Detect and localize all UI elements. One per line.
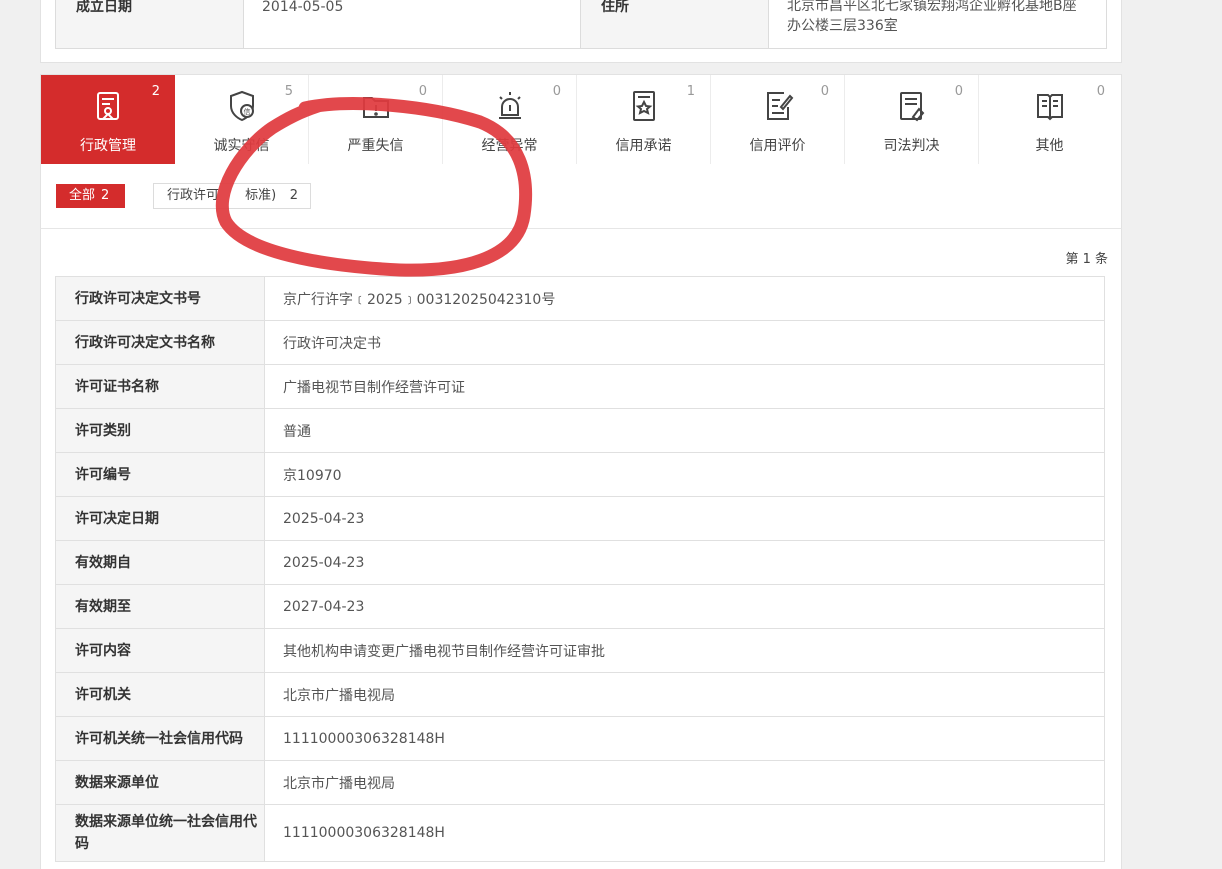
tab-label: 信用承诺 xyxy=(615,138,672,154)
address-line-1: 北京市昌平区北七家镇宏翔鸿企业孵化基地B座 xyxy=(787,0,1077,14)
detail-row: 有效期至 2027-04-23 xyxy=(55,584,1105,629)
detail-value: 2025-04-23 xyxy=(264,540,1105,585)
detail-value: 京10970 xyxy=(264,452,1105,497)
license-detail-table: 行政许可决定文书号 京广行许字﹝2025﹞00312025042310号 行政许可决… xyxy=(55,276,1105,862)
shield-credit-icon: 信 xyxy=(229,90,254,122)
credit-category-tabs: 2 行政管理 5 信 诚实守信 0 严重失信 0 经营异常 1 信用承诺 0 信… xyxy=(40,74,1122,166)
detail-row: 许可编号 京10970 xyxy=(55,452,1105,497)
filter-admin-license-chip[interactable]: 行政许可 标准) 2 xyxy=(153,183,311,209)
tab-credit-evaluation[interactable]: 0 信用评价 xyxy=(711,75,845,164)
tab-count: 2 xyxy=(151,84,160,99)
detail-value: 北京市广播电视局 xyxy=(264,672,1105,717)
alarm-light-icon xyxy=(498,92,521,119)
detail-value: 2027-04-23 xyxy=(264,584,1105,629)
admin-doc-icon xyxy=(97,92,119,120)
detail-value: 11110000306328148H xyxy=(264,716,1105,761)
detail-value: 2025-04-23 xyxy=(264,496,1105,541)
tab-honesty[interactable]: 5 信 诚实守信 xyxy=(175,75,309,164)
detail-row: 数据来源单位 北京市广播电视局 xyxy=(55,760,1105,805)
other-book-icon xyxy=(1036,94,1063,121)
tab-judicial-judgment[interactable]: 0 司法判决 xyxy=(845,75,979,164)
tab-credit-pledge[interactable]: 1 信用承诺 xyxy=(577,75,711,164)
license-detail-panel: 第 1 条 行政许可决定文书号 京广行许字﹝2025﹞00312025042310… xyxy=(40,229,1122,869)
filter-all-label: 全部 xyxy=(69,188,96,203)
tab-label: 信用评价 xyxy=(749,138,806,154)
est-date-value: 2014-05-05 xyxy=(262,0,344,15)
address-value: 北京市昌平区北七家镇宏翔鸿企业孵化基地B座 办公楼三层336室 xyxy=(769,0,1106,44)
detail-row: 数据来源单位统一社会信用代码 11110000306328148H xyxy=(55,804,1105,862)
filter-bar: 全部 2 行政许可 标准) 2 xyxy=(40,164,1122,229)
detail-key: 许可内容 xyxy=(55,628,265,673)
filter-chip-suffix: 标准) xyxy=(245,188,277,203)
detail-value: 北京市广播电视局 xyxy=(264,760,1105,805)
svg-text:信: 信 xyxy=(243,107,250,116)
detail-key: 行政许可决定文书名称 xyxy=(55,320,265,365)
filter-chip-count: 2 xyxy=(289,188,298,203)
tab-count: 0 xyxy=(820,84,829,99)
tab-count: 0 xyxy=(552,84,561,99)
detail-value: 行政许可决定书 xyxy=(264,320,1105,365)
tab-count: 0 xyxy=(418,84,427,99)
tab-label: 严重失信 xyxy=(347,138,404,154)
tab-label: 司法判决 xyxy=(883,138,940,154)
detail-row: 许可机关统一社会信用代码 11110000306328148H xyxy=(55,716,1105,761)
detail-value: 11110000306328148H xyxy=(264,804,1105,862)
detail-key: 数据来源单位 xyxy=(55,760,265,805)
filter-all-count: 2 xyxy=(101,188,110,203)
record-pager: 第 1 条 xyxy=(1065,252,1108,267)
detail-key: 许可决定日期 xyxy=(55,496,265,541)
detail-row: 行政许可决定文书号 京广行许字﹝2025﹞00312025042310号 xyxy=(55,276,1105,321)
detail-row: 许可内容 其他机构申请变更广播电视节目制作经营许可证审批 xyxy=(55,628,1105,673)
detail-value: 其他机构申请变更广播电视节目制作经营许可证审批 xyxy=(264,628,1105,673)
detail-key: 许可机关统一社会信用代码 xyxy=(55,716,265,761)
tab-label: 行政管理 xyxy=(80,138,136,154)
tab-count: 5 xyxy=(284,84,293,99)
detail-row: 许可机关 北京市广播电视局 xyxy=(55,672,1105,717)
detail-row: 许可证书名称 广播电视节目制作经营许可证 xyxy=(55,364,1105,409)
detail-key: 许可机关 xyxy=(55,672,265,717)
company-info-panel: 成立日期 2014-05-05 住所 北京市昌平区北七家镇宏翔鸿企业孵化基地B座… xyxy=(40,0,1122,63)
tab-other[interactable]: 0 其他 xyxy=(979,75,1120,164)
detail-row: 许可类别 普通 xyxy=(55,408,1105,453)
folder-warning-icon xyxy=(362,97,389,118)
tab-label: 经营异常 xyxy=(481,138,538,154)
tab-business-abnormal[interactable]: 0 经营异常 xyxy=(443,75,577,164)
detail-key: 许可编号 xyxy=(55,452,265,497)
detail-value: 京广行许字﹝2025﹞00312025042310号 xyxy=(264,276,1105,321)
detail-key: 许可证书名称 xyxy=(55,364,265,409)
filter-chip-label: 行政许可 xyxy=(167,188,220,203)
tab-count: 1 xyxy=(686,84,695,99)
tab-count: 0 xyxy=(1096,84,1105,99)
tab-admin-management[interactable]: 2 行政管理 xyxy=(41,75,175,164)
address-label: 住所 xyxy=(580,0,769,48)
company-info-table: 成立日期 2014-05-05 住所 北京市昌平区北七家镇宏翔鸿企业孵化基地B座… xyxy=(55,0,1107,49)
evaluation-edit-icon xyxy=(766,92,793,120)
est-date-label: 成立日期 xyxy=(56,0,244,48)
detail-row: 许可决定日期 2025-04-23 xyxy=(55,496,1105,541)
pledge-star-icon xyxy=(632,91,655,121)
detail-value: 广播电视节目制作经营许可证 xyxy=(264,364,1105,409)
detail-key: 行政许可决定文书号 xyxy=(55,276,265,321)
tab-label: 其他 xyxy=(1035,138,1064,154)
detail-row: 有效期自 2025-04-23 xyxy=(55,540,1105,585)
tab-serious-dishonesty[interactable]: 0 严重失信 xyxy=(309,75,443,164)
tab-count: 0 xyxy=(954,84,963,99)
detail-key: 数据来源单位统一社会信用代码 xyxy=(55,804,265,862)
detail-key: 有效期自 xyxy=(55,540,265,585)
tab-label: 诚实守信 xyxy=(213,138,270,154)
detail-key: 有效期至 xyxy=(55,584,265,629)
filter-all-chip[interactable]: 全部 2 xyxy=(56,184,125,208)
address-line-2: 办公楼三层336室 xyxy=(787,18,898,34)
detail-key: 许可类别 xyxy=(55,408,265,453)
judgment-doc-icon xyxy=(899,92,924,122)
detail-value: 普通 xyxy=(264,408,1105,453)
detail-row: 行政许可决定文书名称 行政许可决定书 xyxy=(55,320,1105,365)
